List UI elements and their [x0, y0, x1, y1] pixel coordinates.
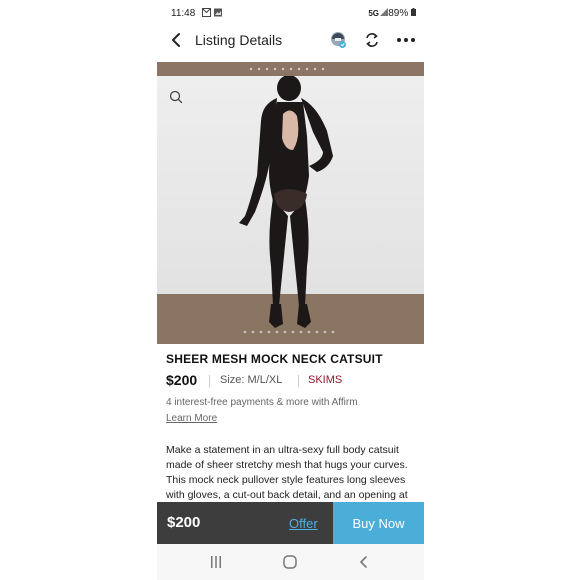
- bottom-price: $200: [167, 514, 201, 531]
- affirm-text: 4 interest-free payments & more with Aff…: [166, 397, 358, 408]
- battery-icon: [411, 8, 416, 16]
- battery-status: 89%: [388, 8, 416, 19]
- page-title: Listing Details: [195, 32, 283, 48]
- home-icon[interactable]: [283, 555, 297, 569]
- product-description: Make a statement in an ultra-sexy full b…: [166, 444, 408, 507]
- network-label: 5G: [368, 9, 379, 18]
- status-bar: 11:48 5G 89%: [157, 0, 424, 26]
- notification-icons: [202, 8, 224, 19]
- catsuit-photo: [157, 76, 424, 344]
- purchase-bar-left: $200 Offer: [157, 502, 333, 544]
- status-time: 11:48: [171, 8, 196, 19]
- more-options-icon[interactable]: [395, 31, 417, 49]
- previous-image-strip: [157, 62, 424, 76]
- learn-more-link[interactable]: Learn More: [166, 413, 217, 424]
- battery-percent: 89%: [388, 8, 409, 19]
- recents-icon[interactable]: [209, 556, 223, 568]
- offer-link[interactable]: Offer: [289, 516, 318, 531]
- back-chevron-icon[interactable]: [167, 29, 185, 51]
- refresh-icon[interactable]: [363, 31, 381, 49]
- strip-dots: [249, 67, 325, 71]
- nav-back-icon[interactable]: [358, 555, 370, 569]
- divider: [298, 375, 299, 387]
- price-row: $200 Size: M/L/XL SKIMS: [166, 372, 418, 392]
- phone-screen: 11:48 5G 89% Listing Details SHEER MESH …: [157, 0, 424, 580]
- product-title: SHEER MESH MOCK NECK CATSUIT: [166, 352, 383, 366]
- buy-now-button[interactable]: Buy Now: [333, 502, 424, 544]
- signal-icon: [380, 8, 388, 16]
- listing-info: SHEER MESH MOCK NECK CATSUIT $200 Size: …: [166, 352, 418, 507]
- system-nav-bar: [157, 544, 424, 580]
- app-bar: Listing Details: [157, 28, 424, 54]
- divider: [209, 375, 210, 387]
- product-price: $200: [166, 372, 198, 388]
- avatar-icon[interactable]: [329, 31, 347, 49]
- product-size: Size: M/L/XL: [220, 374, 283, 386]
- product-image[interactable]: [157, 76, 424, 344]
- purchase-bar: $200 Offer Buy Now: [157, 502, 424, 544]
- notification-icon: [202, 8, 222, 17]
- brand-link[interactable]: SKIMS: [308, 374, 342, 386]
